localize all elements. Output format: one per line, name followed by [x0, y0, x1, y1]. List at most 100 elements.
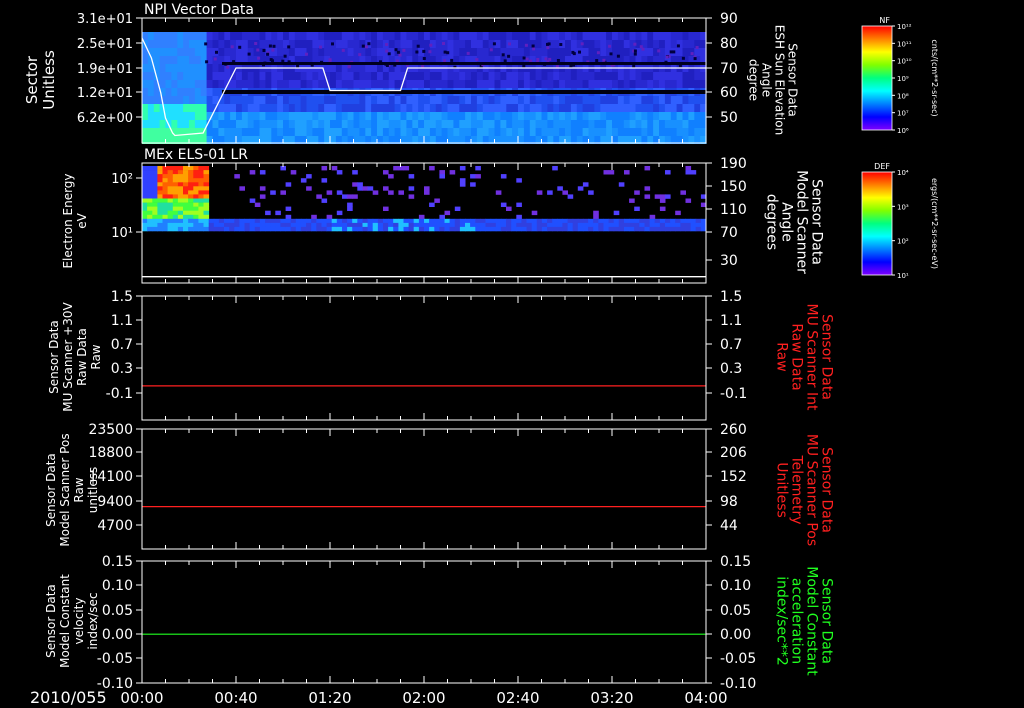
- npi-heatmap-cell: [629, 104, 637, 112]
- y-tick-label: 4700: [97, 518, 133, 534]
- npi-heatmap-cell: [189, 104, 196, 112]
- npi-speckle: [524, 43, 528, 47]
- time-tick-label: 01:20: [308, 689, 351, 707]
- npi-heatmap-cell: [312, 96, 319, 104]
- els-heatmap-cell: [541, 218, 548, 224]
- npi-heatmap-cell: [682, 112, 689, 120]
- npi-heatmap-cell: [377, 80, 384, 88]
- npi-heatmap-cell: [194, 128, 202, 136]
- els-heatmap-cell: [249, 226, 256, 232]
- npi-heatmap-cell: [377, 40, 384, 48]
- npi-heatmap-cell: [453, 112, 460, 120]
- npi-heatmap-cell: [435, 96, 443, 104]
- npi-heatmap-cell: [147, 88, 155, 96]
- els-heatmap-cell: [167, 226, 174, 232]
- npi-heatmap-cell: [676, 72, 684, 80]
- y-axis-label-line: Sensor Data: [44, 453, 58, 527]
- npi-heatmap-cell: [241, 48, 249, 56]
- els-heatmap-cell: [470, 226, 476, 232]
- els-heatmap-cell: [347, 206, 353, 211]
- els-heatmap-cell: [224, 226, 230, 232]
- npi-heatmap-cell: [165, 48, 172, 56]
- npi-heatmap-cell: [553, 112, 560, 120]
- els-heatmap-cell: [562, 218, 568, 224]
- npi-heatmap-cell: [570, 40, 578, 48]
- npi-heatmap-cell: [653, 80, 660, 88]
- npi-heatmap-cell: [218, 128, 225, 136]
- els-heatmap-cell: [259, 218, 266, 224]
- els-heatmap-cell: [167, 178, 174, 183]
- els-heatmap-cell: [203, 174, 210, 179]
- npi-heatmap-cell: [582, 120, 590, 128]
- npi-heatmap-cell: [617, 72, 625, 80]
- npi-speckle: [394, 48, 398, 52]
- npi-speckle: [492, 42, 496, 46]
- npi-heatmap-cell: [324, 104, 331, 112]
- npi-heatmap-cell: [629, 80, 637, 88]
- npi-heatmap-cell: [582, 48, 590, 56]
- npi-heatmap-cell: [247, 112, 255, 120]
- npi-heatmap-cell: [153, 32, 161, 40]
- els-heatmap-cell: [147, 226, 153, 232]
- npi-speckle: [238, 45, 242, 49]
- els-heatmap-cell: [377, 226, 384, 232]
- npi-heatmap-cell: [330, 128, 337, 136]
- els-heatmap-cell: [157, 170, 163, 175]
- npi-heatmap-cell: [259, 104, 266, 112]
- els-heatmap-cell: [388, 226, 394, 232]
- els-heatmap-cell: [295, 226, 302, 232]
- els-heatmap-cell: [193, 186, 199, 191]
- els-heatmap-cell: [172, 198, 179, 203]
- npi-heatmap-cell: [335, 48, 343, 56]
- npi-heatmap-cell: [641, 128, 648, 136]
- npi-heatmap-cell: [177, 112, 184, 120]
- npi-speckle: [266, 52, 270, 56]
- npi-heatmap-cell: [359, 80, 366, 88]
- npi-heatmap-cell: [612, 80, 619, 88]
- npi-heatmap-cell: [694, 72, 701, 80]
- npi-speckle: [443, 59, 447, 63]
- y-axis-label-line: MU Scanner +30V: [61, 302, 75, 412]
- els-heatmap-cell: [142, 186, 148, 191]
- npi-heatmap-cell: [353, 96, 360, 104]
- els-heatmap-cell: [203, 170, 210, 175]
- els-heatmap-cell: [157, 194, 163, 199]
- els-heatmap-cell: [203, 182, 210, 187]
- els-heatmap-cell: [270, 190, 276, 195]
- els-heatmap-cell: [152, 170, 158, 175]
- npi-heatmap-cell: [576, 104, 584, 112]
- els-heatmap-cell: [562, 190, 568, 195]
- els-heatmap-cell: [234, 222, 240, 228]
- npi-speckle: [387, 52, 391, 56]
- npi-heatmap-cell: [177, 80, 184, 88]
- npi-heatmap-cell: [165, 72, 172, 80]
- npi-heatmap-cell: [153, 56, 161, 64]
- els-heatmap-cell: [582, 222, 589, 228]
- npi-heatmap-cell: [523, 32, 531, 40]
- els-heatmap-cell: [203, 194, 210, 199]
- npi-speckle: [257, 56, 261, 60]
- npi-heatmap-cell: [294, 72, 302, 80]
- npi-speckle: [525, 57, 529, 61]
- els-heatmap-cell: [336, 210, 343, 216]
- els-heatmap-cell: [506, 222, 512, 228]
- npi-heatmap-cell: [230, 104, 237, 112]
- els-heatmap-cell: [680, 218, 686, 224]
- npi-heatmap-cell: [236, 96, 243, 104]
- npi-heatmap-cell: [447, 128, 454, 136]
- npi-heatmap-cell: [547, 72, 554, 80]
- npi-heatmap-cell: [165, 96, 172, 104]
- els-heatmap-cell: [429, 166, 435, 171]
- right-y-tick-label: 0.7: [720, 337, 742, 353]
- els-heatmap-cell: [465, 222, 471, 228]
- y-axis-label-line: velocity: [72, 598, 86, 645]
- els-heatmap-cell: [177, 186, 184, 191]
- els-heatmap-cell: [290, 170, 297, 175]
- npi-heatmap-cell: [547, 120, 554, 128]
- els-heatmap-cell: [167, 198, 174, 203]
- npi-heatmap-cell: [183, 64, 190, 72]
- npi-heatmap-cell: [512, 40, 519, 48]
- els-heatmap-cell: [388, 222, 394, 228]
- els-heatmap-cell: [480, 218, 486, 224]
- els-heatmap-cell: [511, 226, 517, 232]
